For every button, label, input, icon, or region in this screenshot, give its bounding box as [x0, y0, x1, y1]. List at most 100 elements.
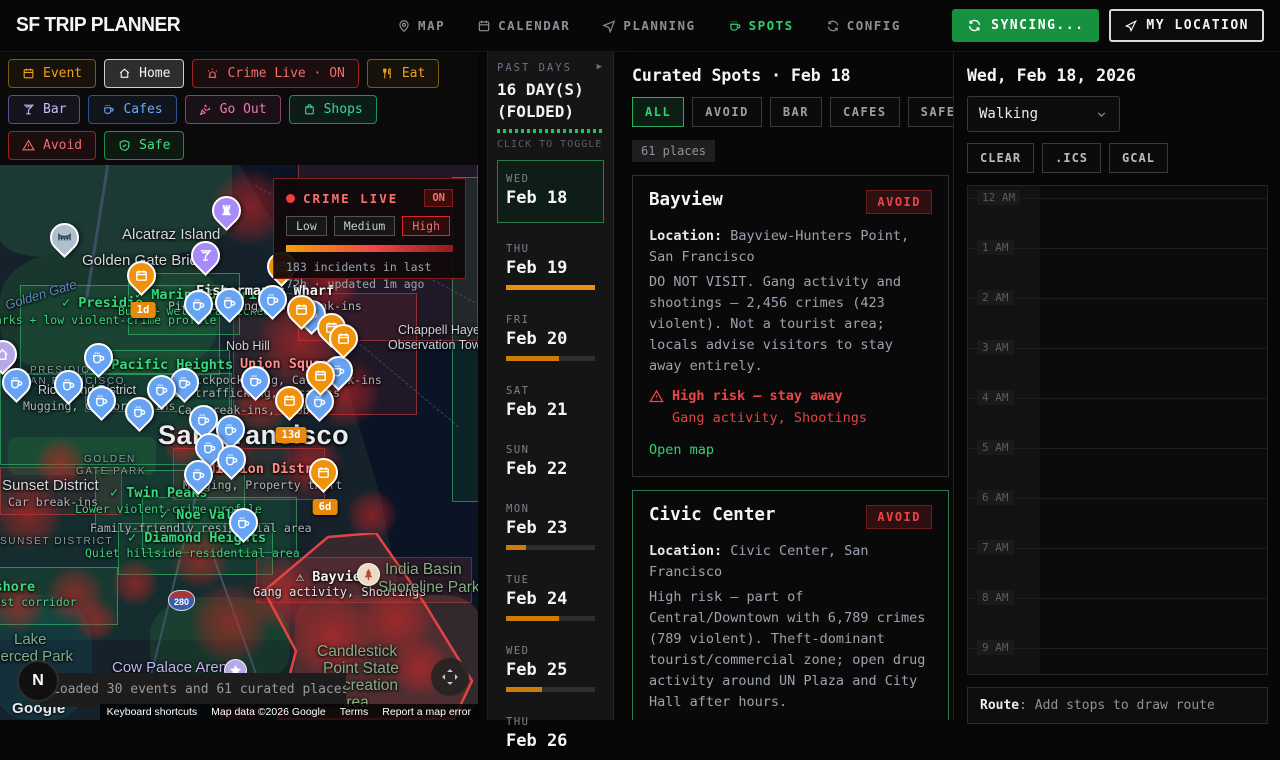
- day-item-feb-26[interactable]: THU Feb 26: [497, 708, 604, 760]
- navigation-arrow-icon: [1124, 19, 1138, 33]
- keyboard-shortcuts-link[interactable]: Keyboard shortcuts: [100, 704, 204, 720]
- cafe-icon: [61, 377, 76, 392]
- nav-spots[interactable]: SPOTS: [728, 18, 794, 33]
- cafe-icon: [154, 382, 169, 397]
- my-location-button[interactable]: MY LOCATION: [1109, 9, 1264, 42]
- hour-label: 3 AM: [977, 340, 1014, 355]
- hour-label: 9 AM: [977, 640, 1014, 655]
- day-date: Feb 19: [506, 258, 595, 278]
- open-map-link[interactable]: Open map: [649, 442, 714, 458]
- hour-label: 5 AM: [977, 440, 1014, 455]
- crime-level-low[interactable]: Low: [286, 216, 327, 236]
- event-icon: [134, 268, 149, 283]
- avoid-badge: AVOID: [866, 190, 932, 214]
- day-item-feb-21[interactable]: SAT Feb 21: [497, 377, 604, 429]
- park-marker[interactable]: [357, 563, 380, 586]
- past-days-dotted-bar: [497, 129, 604, 133]
- nav-label: CALENDAR: [498, 18, 570, 33]
- past-days-hint: CLICK TO TOGGLE: [497, 139, 604, 150]
- spot-card-bayview[interactable]: Bayview AVOID Location: Bayview-Hunters …: [632, 175, 949, 477]
- terms-link[interactable]: Terms: [333, 704, 376, 720]
- map[interactable]: Alcatraz IslandGolden Gate BridgeGolden …: [0, 165, 478, 720]
- filter-eat-button[interactable]: Eat: [367, 59, 439, 88]
- event-icon: [313, 368, 328, 383]
- tab-cafes[interactable]: CAFES: [830, 97, 900, 127]
- spot-name: Civic Center: [649, 505, 775, 525]
- schedule-title: Wed, Feb 18, 2026: [967, 66, 1268, 85]
- filter-avoid-button[interactable]: Avoid: [8, 131, 96, 160]
- event-icon: [316, 465, 331, 480]
- map-label: Lake: [14, 631, 47, 648]
- day-item-feb-23[interactable]: MON Feb 23: [497, 495, 604, 559]
- avoid-badge: AVOID: [866, 505, 932, 529]
- filter-cafes-button[interactable]: Cafes: [88, 95, 176, 124]
- filter-label: Home: [139, 66, 170, 81]
- report-map-error-link[interactable]: Report a map error: [375, 704, 478, 720]
- map-label: Southwest corridor: [0, 595, 77, 609]
- nav-config[interactable]: CONFIG: [826, 18, 901, 33]
- expand-map-button[interactable]: [431, 658, 469, 696]
- gcal-export-button[interactable]: GCAL: [1109, 143, 1168, 173]
- filter-crime-live-button[interactable]: Crime Live · ON: [192, 59, 358, 88]
- map-label: Nob Hill: [226, 339, 270, 353]
- map-label: Chappell Hayes: [398, 323, 478, 337]
- tab-all[interactable]: ALL: [632, 97, 684, 127]
- map-label: Candlestick: [317, 643, 397, 661]
- day-progress-fill: [506, 356, 559, 361]
- day-date: Feb 25: [506, 660, 595, 680]
- nav-planning[interactable]: PLANNING: [602, 18, 695, 33]
- day-item-feb-18[interactable]: WED Feb 18: [497, 160, 604, 223]
- cafe-icon: [265, 292, 280, 307]
- load-toast: Loaded 30 events and 61 curated places.: [40, 673, 346, 707]
- home-icon: [118, 67, 131, 80]
- crime-level-high[interactable]: High: [402, 216, 450, 236]
- filter-safe-button[interactable]: Safe: [104, 131, 184, 160]
- day-item-feb-25[interactable]: WED Feb 25: [497, 637, 604, 701]
- map-label: San Francisco: [158, 420, 349, 451]
- martini-icon: [22, 103, 35, 116]
- nav-calendar[interactable]: CALENDAR: [477, 18, 570, 33]
- top-bar: SF TRIP PLANNER MAP CALENDAR PLANNING SP…: [0, 0, 1280, 52]
- warning-triangle-icon: [649, 389, 664, 404]
- crime-level-medium[interactable]: Medium: [334, 216, 396, 236]
- spot-description: DO NOT VISIT. Gang activity and shooting…: [649, 272, 932, 377]
- calendar-icon: [22, 67, 35, 80]
- filter-home-button[interactable]: Home: [104, 59, 184, 88]
- map-label: Lakeshore: [0, 579, 35, 595]
- tab-avoid[interactable]: AVOID: [692, 97, 762, 127]
- day-calendar-grid[interactable]: 12 AM 1 AM 2 AM 3 AM 4 AM 5 AM 6 AM 7 AM…: [967, 185, 1268, 675]
- day-item-feb-24[interactable]: TUE Feb 24: [497, 566, 604, 630]
- filter-shops-button[interactable]: Shops: [289, 95, 377, 124]
- compass-button[interactable]: N: [17, 660, 59, 702]
- crime-live-on-toggle[interactable]: ON: [424, 189, 453, 207]
- day-item-feb-20[interactable]: FRI Feb 20: [497, 306, 604, 370]
- day-date: Feb 23: [506, 518, 595, 538]
- past-days-count: 16 DAY(S) (FOLDED): [497, 79, 604, 122]
- map-label: Sunset District: [2, 477, 99, 494]
- cafe-icon: [202, 440, 217, 455]
- filter-label: Eat: [402, 66, 425, 81]
- nav-label: MAP: [418, 18, 445, 33]
- travel-mode-value: Walking: [979, 106, 1038, 122]
- tab-bar[interactable]: BAR: [770, 97, 822, 127]
- spot-card-civic-center[interactable]: Civic Center AVOID Location: Civic Cente…: [632, 490, 949, 720]
- day-progress-fill: [506, 285, 595, 290]
- siren-icon: [206, 67, 219, 80]
- travel-mode-select[interactable]: Walking: [967, 96, 1120, 132]
- day-item-feb-19[interactable]: THU Feb 19: [497, 235, 604, 299]
- hour-label: 8 AM: [977, 590, 1014, 605]
- tab-safe[interactable]: SAFE: [908, 97, 954, 127]
- calendar-icon: [477, 19, 491, 33]
- day-item-feb-22[interactable]: SUN Feb 22: [497, 436, 604, 488]
- crime-live-title: CRIME LIVE: [303, 191, 398, 206]
- filter-event-button[interactable]: Event: [8, 59, 96, 88]
- nav-map[interactable]: MAP: [397, 18, 445, 33]
- ics-export-button[interactable]: .ICS: [1042, 143, 1101, 173]
- clear-button[interactable]: CLEAR: [967, 143, 1034, 173]
- spots-title: Curated Spots · Feb 18: [632, 66, 949, 97]
- past-days-toggle[interactable]: PAST DAYS ▶ 16 DAY(S) (FOLDED) CLICK TO …: [497, 62, 604, 150]
- cafe-icon: [191, 467, 206, 482]
- filter-go-out-button[interactable]: Go Out: [185, 95, 281, 124]
- filter-bar-button[interactable]: Bar: [8, 95, 80, 124]
- syncing-button[interactable]: SYNCING...: [952, 9, 1099, 42]
